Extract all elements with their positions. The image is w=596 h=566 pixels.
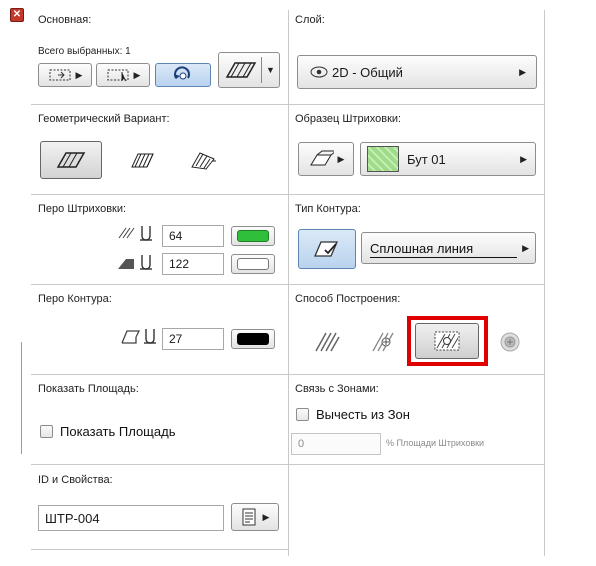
fill-type-icon — [309, 150, 334, 166]
chevron-right-icon: ▶ — [133, 69, 141, 80]
hatch-drafting-icon — [56, 152, 86, 168]
layer-select[interactable]: 2D - Общий ▶ — [297, 55, 537, 89]
highlight-box — [407, 316, 488, 366]
contour-type-title: Тип Контура: — [295, 203, 361, 215]
hatch-pen-title: Перо Штриховки: — [38, 203, 127, 215]
fill-pen-icon — [118, 226, 152, 241]
fill-pen-color-button[interactable] — [231, 226, 275, 246]
contour-pen-swatch — [237, 333, 269, 345]
build-method-rectangle-button[interactable] — [307, 325, 347, 359]
chevron-right-icon: ▶ — [519, 66, 526, 77]
chevron-right-icon: ▶ — [75, 69, 83, 80]
radial-gradient-icon — [500, 332, 520, 352]
contour-pen-color-button[interactable] — [231, 329, 275, 349]
chevron-down-icon: ▼ — [266, 65, 275, 75]
hatch-3d-icon — [191, 152, 216, 170]
id-input[interactable]: ШТР-004 — [38, 505, 224, 531]
fill-pen-input[interactable]: 64 — [162, 225, 224, 247]
id-title: ID и Свойства: — [38, 474, 113, 486]
pick-up-parameters-button[interactable] — [155, 63, 211, 87]
hatch-plus-icon — [372, 332, 394, 352]
zones-title: Связь с Зонами: — [295, 383, 379, 395]
eye-icon — [310, 66, 328, 78]
background-pen-input[interactable]: 122 — [162, 253, 224, 275]
hatch-settings-panel: ✕ Основная: Всего выбранных: 1 ▶ ▶ ▼ Сло… — [0, 0, 596, 566]
chevron-right-icon: ▶ — [262, 511, 270, 522]
select-all-button[interactable]: ▶ — [38, 63, 92, 87]
zone-percent-input[interactable]: 0 — [291, 433, 381, 455]
layer-title: Слой: — [295, 14, 325, 26]
geometry-cover-button[interactable] — [116, 141, 168, 179]
chevron-right-icon: ▶ — [520, 153, 527, 164]
document-icon — [242, 508, 256, 526]
line-type-select[interactable]: Сплошная линия ▶ — [361, 232, 536, 264]
basic-title: Основная: — [38, 14, 92, 26]
left-rule — [21, 342, 22, 454]
contour-pen-title: Перо Контура: — [38, 293, 112, 305]
fill-pen-swatch — [237, 230, 269, 242]
hatch-pattern-select[interactable]: Бут 01 ▶ — [360, 142, 536, 176]
select-elements-button[interactable]: ▶ — [96, 63, 150, 87]
background-pen-color-button[interactable] — [231, 254, 275, 274]
zone-percent-label: % Площади Штриховки — [386, 438, 485, 448]
contour-pen-input[interactable]: 27 — [162, 328, 224, 350]
close-icon[interactable]: ✕ — [10, 8, 24, 22]
diagonal-hatch-icon — [315, 332, 340, 352]
layer-value: 2D - Общий — [332, 64, 403, 80]
pattern-swatch — [367, 146, 399, 172]
chevron-right-icon: ▶ — [522, 242, 529, 253]
show-area-checkbox[interactable] — [40, 425, 53, 438]
geometry-drafting-button[interactable] — [40, 141, 102, 179]
contour-check-icon — [314, 241, 338, 257]
pattern-value: Бут 01 — [407, 151, 446, 167]
line-type-value: Сплошная линия — [370, 240, 474, 256]
fill-type-button[interactable]: ▶ — [298, 142, 354, 176]
rotate-arrow-icon — [174, 66, 190, 80]
marquee-select-icon — [49, 69, 71, 81]
hatch-favorites-icon — [225, 62, 257, 78]
pattern-title: Образец Штриховки: — [295, 113, 402, 125]
contour-visibility-button[interactable] — [298, 229, 356, 269]
build-method-radial-button[interactable] — [490, 325, 530, 359]
subtract-zones-checkbox[interactable] — [296, 408, 309, 421]
show-area-title: Показать Площадь: — [38, 383, 139, 395]
geometry-drafting-cut-button[interactable] — [176, 141, 228, 179]
background-pen-swatch — [237, 258, 269, 270]
selected-count: Всего выбранных: 1 — [38, 46, 131, 57]
favorites-button[interactable]: ▼ — [218, 52, 280, 88]
contour-pen-icon — [121, 329, 156, 344]
build-method-magic-button[interactable] — [364, 325, 404, 359]
build-method-title: Способ Построения: — [295, 293, 401, 305]
hatch-cover-icon — [131, 153, 154, 168]
line-preview — [370, 257, 517, 258]
pointer-select-icon — [107, 69, 129, 82]
properties-button[interactable]: ▶ — [231, 503, 279, 531]
show-area-label: Показать Площадь — [60, 424, 176, 439]
geometry-title: Геометрический Вариант: — [38, 113, 170, 125]
chevron-right-icon: ▶ — [337, 153, 345, 164]
background-pen-icon — [118, 255, 152, 270]
subtract-zones-label: Вычесть из Зон — [316, 407, 410, 422]
